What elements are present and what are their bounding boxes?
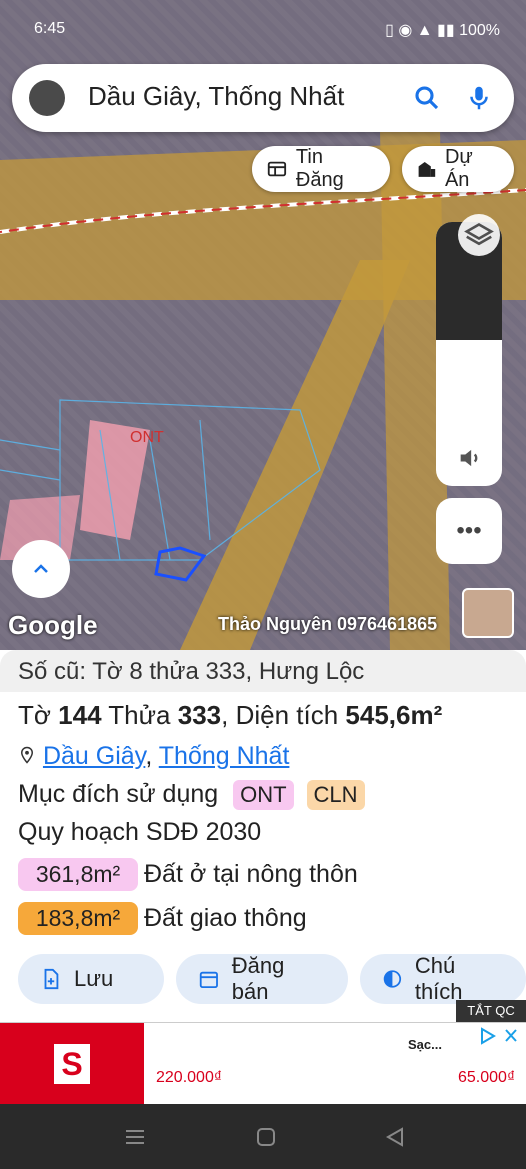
sheet-number: 144	[58, 700, 102, 730]
location-link-dau-giay[interactable]: Dầu Giây	[43, 742, 145, 770]
recent-apps-icon[interactable]	[124, 1126, 146, 1148]
land-area-road: 183,8m²	[18, 902, 138, 935]
post-sale-button[interactable]: Đăng bán	[176, 953, 348, 1004]
more-icon: •••	[456, 517, 482, 544]
back-icon[interactable]	[384, 1126, 406, 1148]
profile-thumbnail[interactable]	[462, 588, 514, 638]
purpose-label: Mục đích sử dụng	[18, 780, 219, 808]
land-label-ont: Đất ở tại nông thôn	[144, 860, 358, 888]
close-ad-button[interactable]: TẮT QC	[456, 1000, 526, 1022]
ad-title: Sạc...	[408, 1037, 442, 1052]
volume-panel[interactable]	[436, 222, 502, 486]
contrast-icon	[383, 970, 402, 988]
location-line: Dầu Giây, Thống Nhất	[18, 742, 289, 771]
area-value: 545,6m²	[345, 700, 443, 730]
land-row-ont: 361,8m² Đất ở tại nông thôn	[18, 858, 358, 891]
speaker-icon[interactable]	[456, 444, 484, 472]
status-right: ▯ ◉ ▲ ▮▮ 100%	[385, 20, 500, 40]
land-label-road: Đất giao thông	[144, 904, 307, 932]
legend-label: Chú thích	[414, 953, 463, 1004]
listing-icon	[267, 161, 287, 177]
save-label: Lưu	[74, 966, 114, 991]
building-icon	[418, 162, 436, 177]
legend-button[interactable]: Chú thích	[360, 953, 526, 1004]
search-icon[interactable]	[412, 83, 442, 113]
watermark-text: Thảo Nguyên 0976461865	[218, 614, 438, 634]
file-add-icon	[44, 968, 59, 990]
google-logo: Google	[8, 610, 98, 640]
search-bar[interactable]: Dầu Giây, Thống Nhất	[12, 64, 514, 132]
parcel-summary: Tờ 144 Thửa 333, Diện tích 545,6m²	[18, 700, 442, 731]
tag-cln: CLN	[306, 780, 365, 810]
avatar[interactable]	[29, 80, 65, 116]
status-icons: ▯ ◉ ▲ ▮▮	[385, 22, 460, 39]
plot-prefix: Thửa	[101, 700, 178, 730]
chip-tin-dang[interactable]: Tin Đăng	[252, 146, 390, 192]
old-parcel-header: Số cũ: Tờ 8 thửa 333, Hưng Lộc	[0, 650, 526, 692]
chevron-up-icon	[34, 564, 48, 573]
ad-banner[interactable]: S 220.000₫ Sạc... 65.000₫	[0, 1022, 526, 1105]
location-link-thong-nhat[interactable]: Thống Nhất	[159, 742, 290, 770]
home-icon[interactable]	[255, 1126, 277, 1148]
microphone-icon[interactable]	[464, 83, 494, 113]
ad-price-2: 65.000₫	[458, 1069, 516, 1086]
tag-ont: ONT	[233, 780, 294, 810]
more-options-button[interactable]: •••	[436, 498, 502, 564]
ad-price-1: 220.000₫	[156, 1069, 223, 1086]
land-row-road: 183,8m² Đất giao thông	[18, 902, 307, 935]
status-bar: 6:45 ▯ ◉ ▲ ▮▮ 100%	[0, 0, 526, 60]
post-sale-label: Đăng bán	[231, 953, 285, 1004]
location-pin-icon	[20, 746, 34, 764]
status-time: 6:45	[34, 20, 66, 37]
save-button[interactable]: Lưu	[18, 954, 164, 1004]
ad-choices-icon[interactable]	[480, 1027, 520, 1045]
location-separator: ,	[145, 742, 159, 770]
battery-level: 100%	[459, 22, 500, 39]
calendar-icon	[199, 971, 218, 989]
chip-du-an[interactable]: Dự Án	[402, 146, 514, 192]
s-logo-icon: S	[54, 1044, 90, 1084]
search-query[interactable]: Dầu Giây, Thống Nhất	[88, 81, 344, 112]
plot-number: 333	[177, 700, 222, 730]
sheet-prefix: Tờ	[18, 700, 59, 730]
chip-du-an-label: Dự Án	[444, 146, 473, 191]
plan-label: Quy hoạch SDĐ 2030	[18, 818, 262, 846]
system-nav-bar	[0, 1104, 526, 1169]
ad-brand-logo: S	[0, 1023, 144, 1105]
layers-button[interactable]	[458, 214, 500, 256]
purpose-line: Mục đích sử dụng ONT CLN	[18, 780, 365, 810]
land-area-ont: 361,8m²	[18, 858, 138, 891]
expand-up-button[interactable]	[12, 540, 70, 598]
chip-tin-dang-label: Tin Đăng	[295, 146, 344, 191]
map-label-ont: ONT	[130, 429, 164, 446]
area-prefix: , Diện tích	[221, 700, 346, 730]
layers-icon	[464, 222, 494, 246]
